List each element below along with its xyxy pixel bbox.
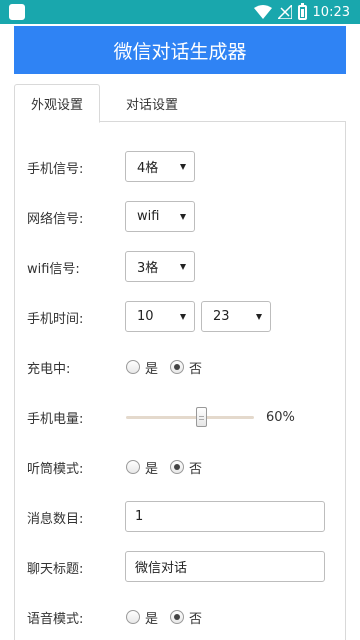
network-select[interactable]: wifi [125, 201, 195, 232]
hour-select[interactable]: 10 [125, 301, 195, 332]
voice-mode-no-radio[interactable]: 否 [170, 608, 202, 627]
network-select-value: wifi [137, 209, 160, 224]
settings-panel: 手机信号: 4格 网络信号: wifi wifi信号: 3格 手机时间: 10 [14, 122, 346, 640]
charging-row: 充电中: 是 否 [15, 350, 345, 384]
signal-select-value: 4格 [137, 161, 159, 176]
dropdown-arrow-icon [180, 164, 186, 170]
voice-mode-radio-group: 是 否 [126, 600, 214, 634]
app-header: 微信对话生成器 [14, 26, 346, 74]
charging-radio-group: 是 否 [126, 350, 214, 384]
voice-mode-label: 语音模式: [27, 611, 84, 627]
network-label: 网络信号: [27, 211, 84, 227]
wifi-signal-row: wifi信号: 3格 [15, 250, 345, 284]
earpiece-label: 听筒模式: [27, 461, 84, 477]
wifi-signal-label: wifi信号: [27, 261, 80, 277]
wifi-icon [253, 5, 272, 19]
earpiece-row: 听筒模式: 是 否 [15, 450, 345, 484]
charging-no-radio[interactable]: 否 [170, 358, 202, 377]
phone-time-label: 手机时间: [27, 311, 84, 327]
charging-no-label: 否 [189, 361, 203, 377]
charging-yes-label: 是 [145, 361, 159, 377]
battery-icon [297, 2, 307, 20]
charging-label: 充电中: [27, 361, 71, 377]
voice-mode-yes-radio[interactable]: 是 [126, 608, 158, 627]
voice-mode-no-label: 否 [189, 611, 203, 627]
chat-title-row: 聊天标题: 微信对话 [15, 550, 345, 584]
message-count-input[interactable]: 1 [125, 501, 325, 532]
wifi-signal-select-value: 3格 [137, 261, 159, 276]
dropdown-arrow-icon [180, 214, 186, 220]
radio-circle-checked-icon [170, 460, 185, 474]
signal-row: 手机信号: 4格 [15, 150, 345, 184]
earpiece-yes-radio[interactable]: 是 [126, 458, 158, 477]
signal-label: 手机信号: [27, 161, 84, 177]
dropdown-arrow-icon [180, 314, 186, 320]
dropdown-arrow-icon [256, 314, 262, 320]
battery-label: 手机电量: [27, 411, 84, 427]
tab-appearance-settings[interactable]: 外观设置 [14, 84, 100, 123]
app-notification-icon [9, 4, 25, 20]
radio-circle-checked-icon [170, 610, 185, 624]
tab-dialog-settings[interactable]: 对话设置 [114, 84, 190, 122]
signal-select[interactable]: 4格 [125, 151, 195, 182]
message-count-row: 消息数目: 1 [15, 500, 345, 534]
earpiece-no-radio[interactable]: 否 [170, 458, 202, 477]
earpiece-yes-label: 是 [145, 461, 159, 477]
chat-title-label: 聊天标题: [27, 561, 84, 577]
status-bar: 10:23 [0, 0, 360, 24]
battery-slider[interactable] [126, 400, 254, 434]
minute-select-value: 23 [213, 309, 230, 324]
cell-signal-icon [277, 5, 292, 19]
status-time: 10:23 [312, 4, 350, 20]
battery-percent: 60% [266, 409, 295, 425]
voice-mode-row: 语音模式: 是 否 [15, 600, 345, 634]
message-count-label: 消息数目: [27, 511, 84, 527]
battery-row: 手机电量: 60% [15, 400, 345, 434]
earpiece-radio-group: 是 否 [126, 450, 214, 484]
chat-title-input[interactable]: 微信对话 [125, 551, 325, 582]
hour-select-value: 10 [137, 309, 154, 324]
slider-track [126, 416, 254, 419]
earpiece-no-label: 否 [189, 461, 203, 477]
tab-bar: 外观设置 对话设置 [14, 84, 346, 123]
radio-circle-icon [126, 360, 140, 374]
radio-circle-icon [126, 610, 140, 624]
wifi-signal-select[interactable]: 3格 [125, 251, 195, 282]
minute-select[interactable]: 23 [201, 301, 271, 332]
slider-thumb[interactable] [196, 407, 207, 427]
dropdown-arrow-icon [180, 264, 186, 270]
charging-yes-radio[interactable]: 是 [126, 358, 158, 377]
phone-time-row: 手机时间: 10 23 [15, 300, 345, 334]
radio-circle-checked-icon [170, 360, 185, 374]
page-title: 微信对话生成器 [113, 40, 247, 63]
voice-mode-yes-label: 是 [145, 611, 159, 627]
network-row: 网络信号: wifi [15, 200, 345, 234]
app-card: 微信对话生成器 外观设置 对话设置 手机信号: 4格 网络信号: wifi wi… [0, 24, 360, 640]
radio-circle-icon [126, 460, 140, 474]
